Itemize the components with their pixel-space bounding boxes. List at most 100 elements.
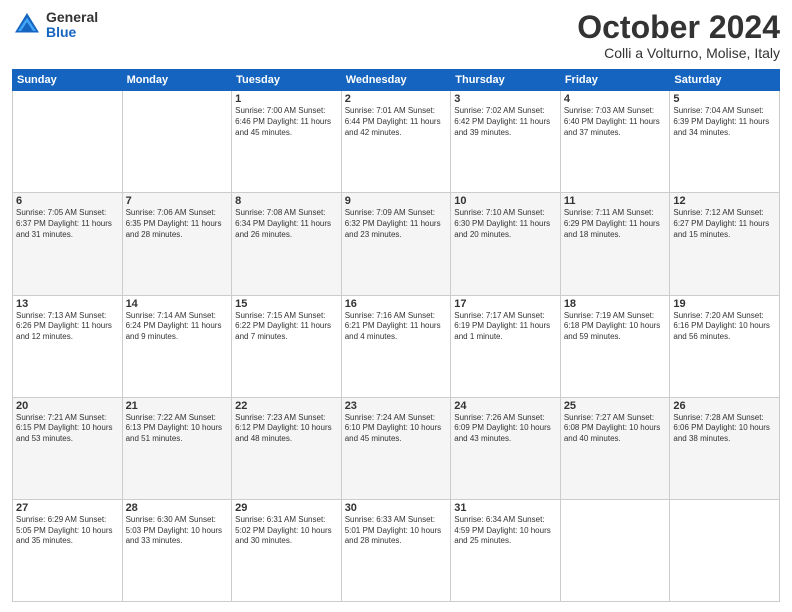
weekday-header-tuesday: Tuesday xyxy=(232,70,342,91)
day-number: 15 xyxy=(235,298,338,310)
day-info: Sunrise: 7:17 AM Sunset: 6:19 PM Dayligh… xyxy=(454,311,557,343)
page: General Blue October 2024 Colli a Voltur… xyxy=(0,0,792,612)
calendar-cell: 3Sunrise: 7:02 AM Sunset: 6:42 PM Daylig… xyxy=(451,91,561,193)
weekday-header-wednesday: Wednesday xyxy=(341,70,451,91)
day-info: Sunrise: 7:12 AM Sunset: 6:27 PM Dayligh… xyxy=(673,208,776,240)
day-info: Sunrise: 6:31 AM Sunset: 5:02 PM Dayligh… xyxy=(235,515,338,547)
calendar-cell: 14Sunrise: 7:14 AM Sunset: 6:24 PM Dayli… xyxy=(122,295,232,397)
day-info: Sunrise: 7:20 AM Sunset: 6:16 PM Dayligh… xyxy=(673,311,776,343)
calendar-cell: 22Sunrise: 7:23 AM Sunset: 6:12 PM Dayli… xyxy=(232,397,342,499)
day-number: 18 xyxy=(564,298,667,310)
calendar-cell: 16Sunrise: 7:16 AM Sunset: 6:21 PM Dayli… xyxy=(341,295,451,397)
calendar-cell: 12Sunrise: 7:12 AM Sunset: 6:27 PM Dayli… xyxy=(670,193,780,295)
calendar-cell: 24Sunrise: 7:26 AM Sunset: 6:09 PM Dayli… xyxy=(451,397,561,499)
calendar-cell: 2Sunrise: 7:01 AM Sunset: 6:44 PM Daylig… xyxy=(341,91,451,193)
day-info: Sunrise: 7:11 AM Sunset: 6:29 PM Dayligh… xyxy=(564,208,667,240)
calendar-cell: 7Sunrise: 7:06 AM Sunset: 6:35 PM Daylig… xyxy=(122,193,232,295)
calendar-cell: 26Sunrise: 7:28 AM Sunset: 6:06 PM Dayli… xyxy=(670,397,780,499)
day-info: Sunrise: 7:08 AM Sunset: 6:34 PM Dayligh… xyxy=(235,208,338,240)
calendar-cell: 15Sunrise: 7:15 AM Sunset: 6:22 PM Dayli… xyxy=(232,295,342,397)
logo-icon xyxy=(12,10,42,40)
day-number: 7 xyxy=(126,195,229,207)
day-info: Sunrise: 7:22 AM Sunset: 6:13 PM Dayligh… xyxy=(126,413,229,445)
day-info: Sunrise: 7:23 AM Sunset: 6:12 PM Dayligh… xyxy=(235,413,338,445)
day-info: Sunrise: 7:16 AM Sunset: 6:21 PM Dayligh… xyxy=(345,311,448,343)
day-number: 22 xyxy=(235,400,338,412)
day-info: Sunrise: 6:34 AM Sunset: 4:59 PM Dayligh… xyxy=(454,515,557,547)
day-info: Sunrise: 7:02 AM Sunset: 6:42 PM Dayligh… xyxy=(454,106,557,138)
day-info: Sunrise: 7:00 AM Sunset: 6:46 PM Dayligh… xyxy=(235,106,338,138)
day-number: 17 xyxy=(454,298,557,310)
calendar-cell: 10Sunrise: 7:10 AM Sunset: 6:30 PM Dayli… xyxy=(451,193,561,295)
calendar-cell: 29Sunrise: 6:31 AM Sunset: 5:02 PM Dayli… xyxy=(232,499,342,601)
calendar-cell: 21Sunrise: 7:22 AM Sunset: 6:13 PM Dayli… xyxy=(122,397,232,499)
day-number: 3 xyxy=(454,93,557,105)
day-number: 5 xyxy=(673,93,776,105)
day-number: 21 xyxy=(126,400,229,412)
day-number: 24 xyxy=(454,400,557,412)
day-number: 23 xyxy=(345,400,448,412)
calendar-cell: 13Sunrise: 7:13 AM Sunset: 6:26 PM Dayli… xyxy=(13,295,123,397)
calendar-week-3: 13Sunrise: 7:13 AM Sunset: 6:26 PM Dayli… xyxy=(13,295,780,397)
day-number: 27 xyxy=(16,502,119,514)
day-info: Sunrise: 7:10 AM Sunset: 6:30 PM Dayligh… xyxy=(454,208,557,240)
calendar-cell: 19Sunrise: 7:20 AM Sunset: 6:16 PM Dayli… xyxy=(670,295,780,397)
location: Colli a Volturno, Molise, Italy xyxy=(577,45,780,61)
calendar-cell: 25Sunrise: 7:27 AM Sunset: 6:08 PM Dayli… xyxy=(560,397,670,499)
day-info: Sunrise: 6:33 AM Sunset: 5:01 PM Dayligh… xyxy=(345,515,448,547)
calendar-cell: 23Sunrise: 7:24 AM Sunset: 6:10 PM Dayli… xyxy=(341,397,451,499)
calendar-cell xyxy=(670,499,780,601)
day-number: 31 xyxy=(454,502,557,514)
day-info: Sunrise: 7:13 AM Sunset: 6:26 PM Dayligh… xyxy=(16,311,119,343)
day-info: Sunrise: 6:29 AM Sunset: 5:05 PM Dayligh… xyxy=(16,515,119,547)
calendar-week-4: 20Sunrise: 7:21 AM Sunset: 6:15 PM Dayli… xyxy=(13,397,780,499)
calendar-week-5: 27Sunrise: 6:29 AM Sunset: 5:05 PM Dayli… xyxy=(13,499,780,601)
day-info: Sunrise: 7:05 AM Sunset: 6:37 PM Dayligh… xyxy=(16,208,119,240)
day-info: Sunrise: 7:15 AM Sunset: 6:22 PM Dayligh… xyxy=(235,311,338,343)
day-number: 28 xyxy=(126,502,229,514)
day-info: Sunrise: 7:14 AM Sunset: 6:24 PM Dayligh… xyxy=(126,311,229,343)
calendar-cell: 31Sunrise: 6:34 AM Sunset: 4:59 PM Dayli… xyxy=(451,499,561,601)
calendar-cell: 17Sunrise: 7:17 AM Sunset: 6:19 PM Dayli… xyxy=(451,295,561,397)
day-number: 11 xyxy=(564,195,667,207)
day-number: 9 xyxy=(345,195,448,207)
calendar-header-row: SundayMondayTuesdayWednesdayThursdayFrid… xyxy=(13,70,780,91)
day-number: 1 xyxy=(235,93,338,105)
month-title: October 2024 xyxy=(577,10,780,45)
day-info: Sunrise: 7:26 AM Sunset: 6:09 PM Dayligh… xyxy=(454,413,557,445)
weekday-header-monday: Monday xyxy=(122,70,232,91)
weekday-header-thursday: Thursday xyxy=(451,70,561,91)
weekday-header-friday: Friday xyxy=(560,70,670,91)
day-number: 20 xyxy=(16,400,119,412)
day-info: Sunrise: 7:04 AM Sunset: 6:39 PM Dayligh… xyxy=(673,106,776,138)
calendar-cell: 18Sunrise: 7:19 AM Sunset: 6:18 PM Dayli… xyxy=(560,295,670,397)
weekday-header-sunday: Sunday xyxy=(13,70,123,91)
day-number: 25 xyxy=(564,400,667,412)
day-info: Sunrise: 7:27 AM Sunset: 6:08 PM Dayligh… xyxy=(564,413,667,445)
calendar-cell: 4Sunrise: 7:03 AM Sunset: 6:40 PM Daylig… xyxy=(560,91,670,193)
day-info: Sunrise: 7:01 AM Sunset: 6:44 PM Dayligh… xyxy=(345,106,448,138)
day-number: 30 xyxy=(345,502,448,514)
calendar-cell: 28Sunrise: 6:30 AM Sunset: 5:03 PM Dayli… xyxy=(122,499,232,601)
calendar-week-1: 1Sunrise: 7:00 AM Sunset: 6:46 PM Daylig… xyxy=(13,91,780,193)
calendar-cell: 8Sunrise: 7:08 AM Sunset: 6:34 PM Daylig… xyxy=(232,193,342,295)
day-number: 29 xyxy=(235,502,338,514)
logo-blue: Blue xyxy=(46,25,98,40)
day-info: Sunrise: 7:19 AM Sunset: 6:18 PM Dayligh… xyxy=(564,311,667,343)
day-number: 10 xyxy=(454,195,557,207)
calendar-cell xyxy=(560,499,670,601)
calendar-cell: 27Sunrise: 6:29 AM Sunset: 5:05 PM Dayli… xyxy=(13,499,123,601)
header: General Blue October 2024 Colli a Voltur… xyxy=(12,10,780,61)
header-right: October 2024 Colli a Volturno, Molise, I… xyxy=(577,10,780,61)
day-number: 14 xyxy=(126,298,229,310)
day-number: 4 xyxy=(564,93,667,105)
calendar-cell: 9Sunrise: 7:09 AM Sunset: 6:32 PM Daylig… xyxy=(341,193,451,295)
day-info: Sunrise: 7:09 AM Sunset: 6:32 PM Dayligh… xyxy=(345,208,448,240)
logo-general: General xyxy=(46,10,98,25)
calendar-cell: 30Sunrise: 6:33 AM Sunset: 5:01 PM Dayli… xyxy=(341,499,451,601)
day-number: 6 xyxy=(16,195,119,207)
calendar-cell: 1Sunrise: 7:00 AM Sunset: 6:46 PM Daylig… xyxy=(232,91,342,193)
day-info: Sunrise: 7:03 AM Sunset: 6:40 PM Dayligh… xyxy=(564,106,667,138)
calendar-cell xyxy=(122,91,232,193)
day-number: 26 xyxy=(673,400,776,412)
